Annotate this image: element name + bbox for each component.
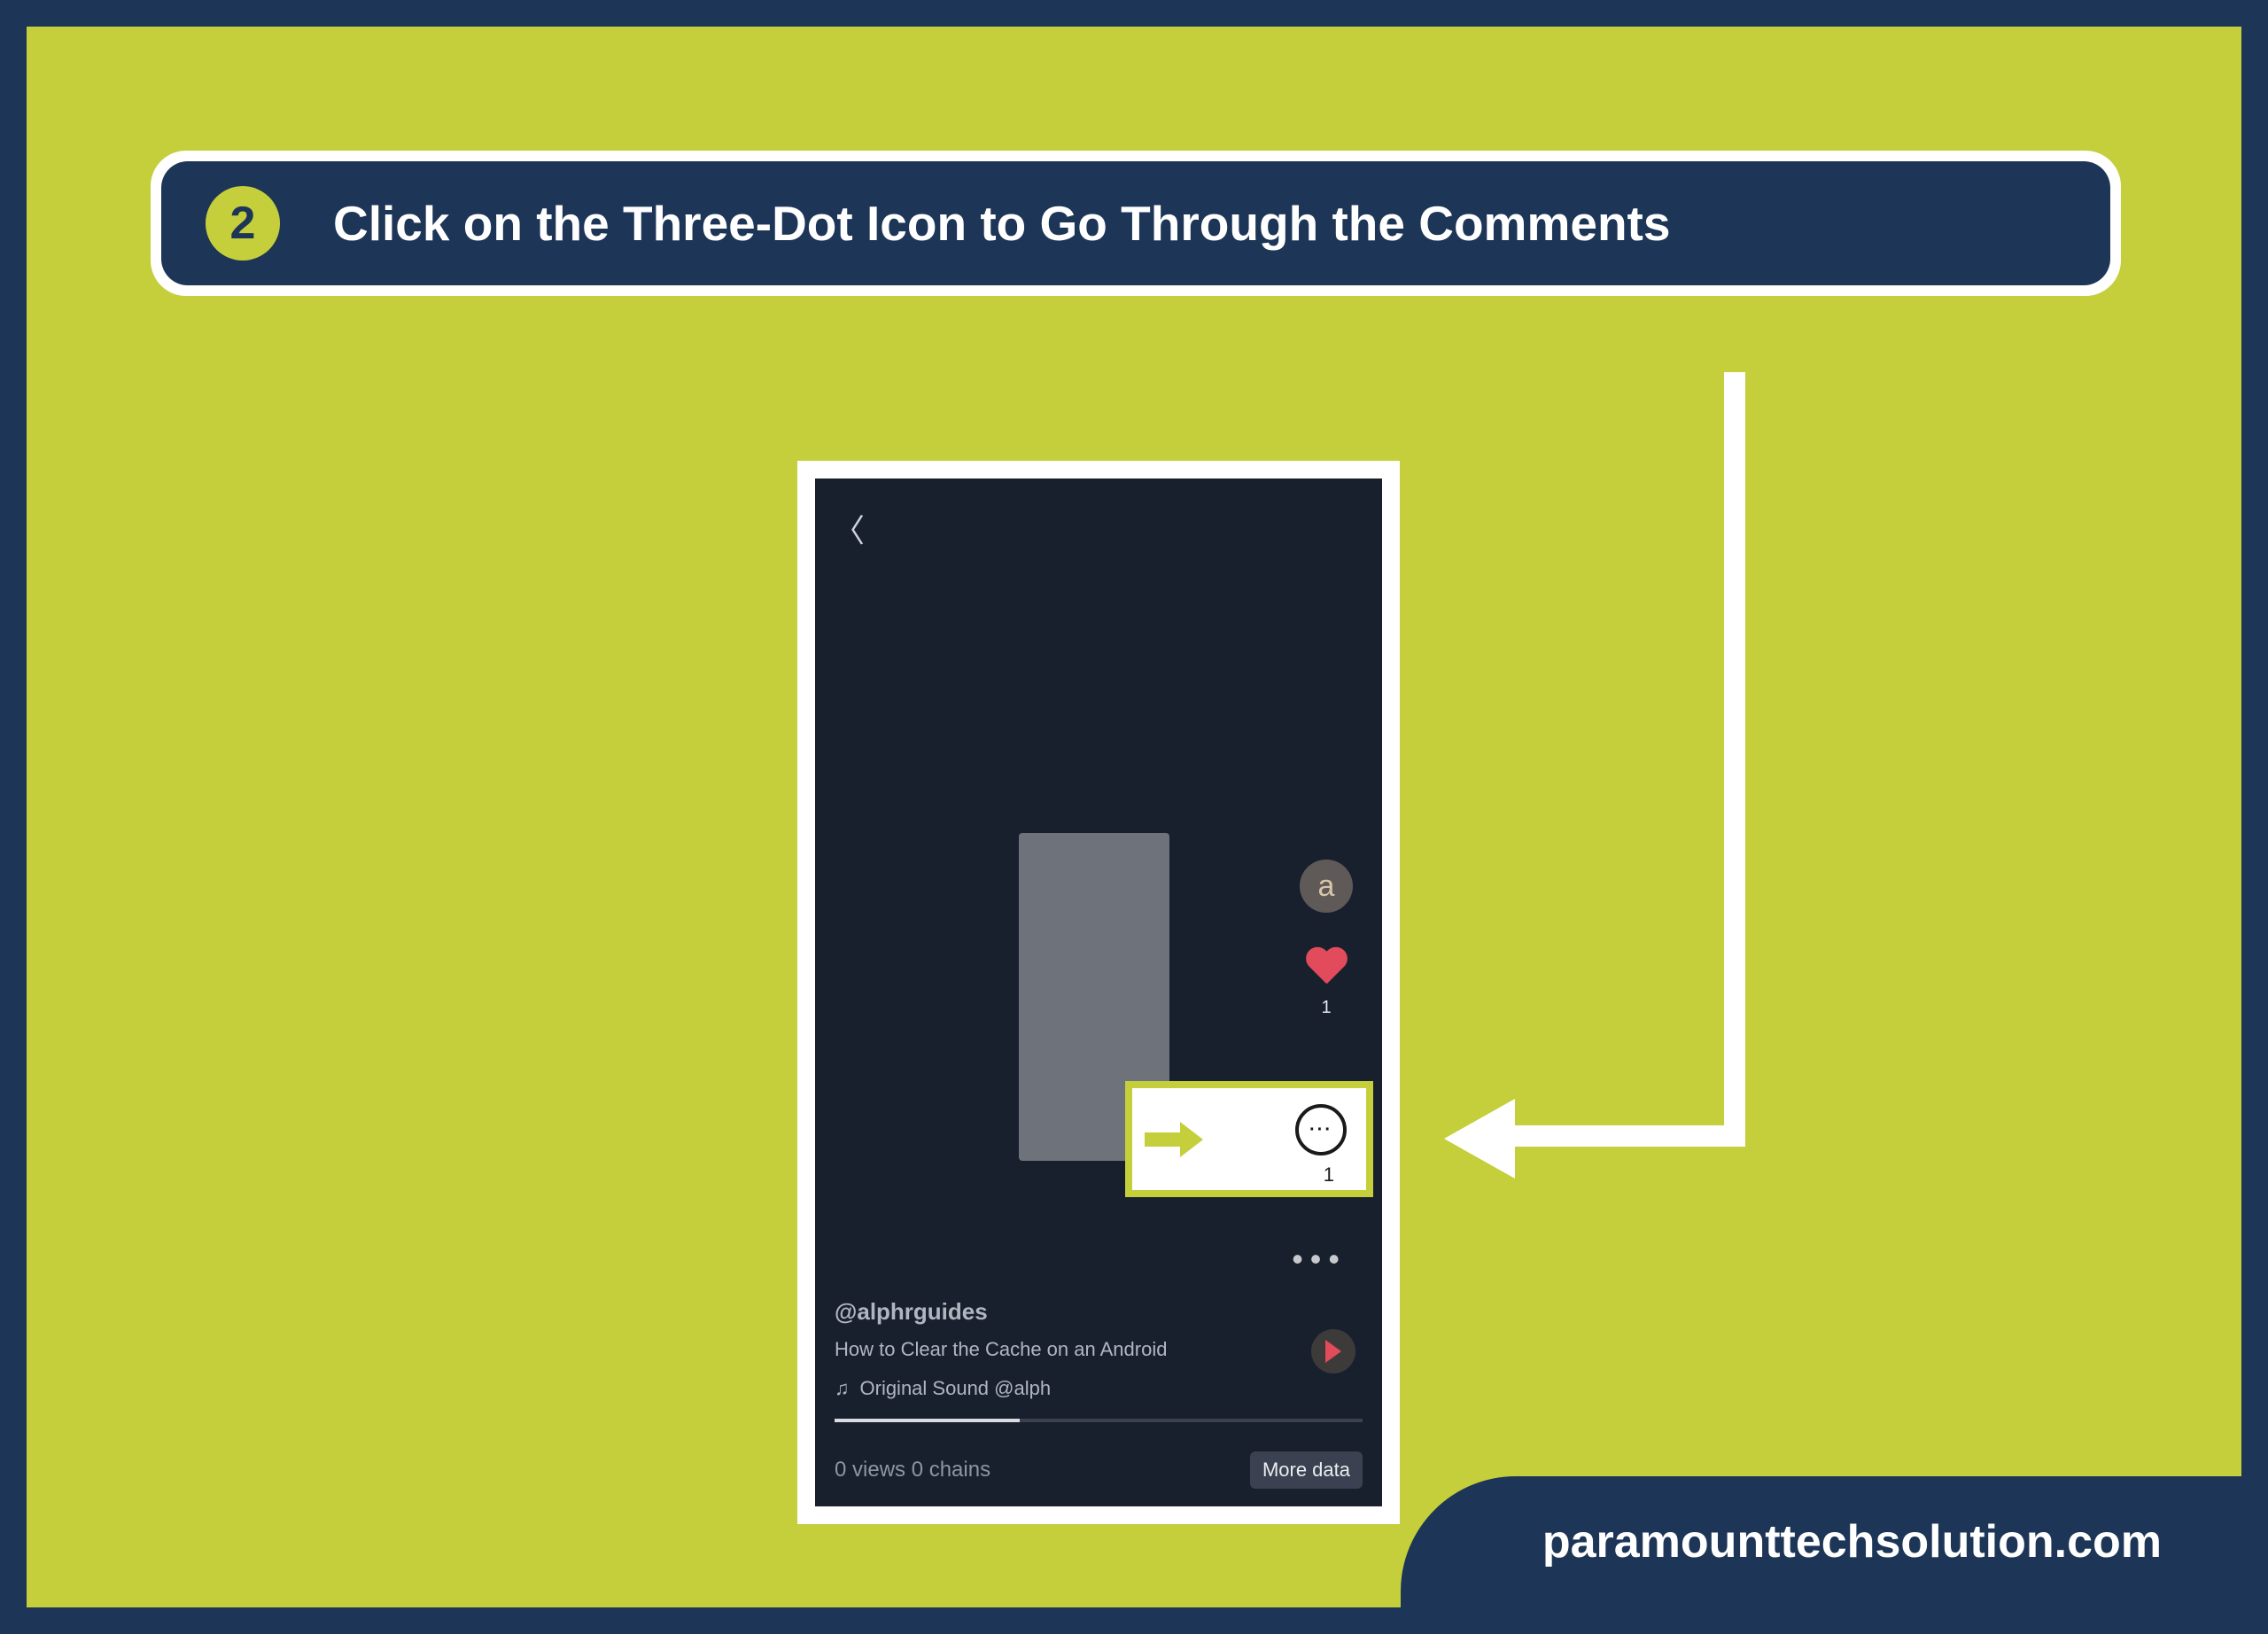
step-number-badge: 2 <box>206 186 280 261</box>
video-action-stack: a 1 <box>1295 860 1357 1018</box>
music-note-icon: ♫ <box>835 1377 850 1400</box>
like-count: 1 <box>1295 998 1357 1018</box>
pointer-arrow <box>1453 372 1745 1152</box>
video-bottom-bar: 0 views 0 chains More data <box>835 1451 1363 1489</box>
video-username[interactable]: @alphrguides <box>835 1298 1276 1326</box>
like-icon[interactable] <box>1304 948 1348 992</box>
comment-highlight[interactable]: ··· 1 <box>1125 1081 1373 1197</box>
step-title: Click on the Three-Dot Icon to Go Throug… <box>333 195 1670 252</box>
video-title: How to Clear the Cache on an Android <box>835 1338 1276 1361</box>
highlight-arrow-icon <box>1145 1122 1208 1157</box>
comment-icon[interactable]: ··· <box>1295 1104 1347 1155</box>
back-icon[interactable]: 〈 <box>833 505 865 551</box>
video-progress-bar[interactable] <box>835 1419 1363 1422</box>
comment-count: 1 <box>1324 1163 1334 1187</box>
video-metadata: @alphrguides How to Clear the Cache on a… <box>835 1298 1276 1400</box>
progress-filled <box>835 1419 1020 1422</box>
step-header: 2 Click on the Three-Dot Icon to Go Thro… <box>151 151 2121 296</box>
phone-screenshot-frame: 〈 a 1 ··· 1 ••• @alphrguides How to Clea… <box>797 461 1400 1524</box>
video-sound-row[interactable]: ♫ Original Sound @alph <box>835 1377 1276 1400</box>
slide-canvas: 2 Click on the Three-Dot Icon to Go Thro… <box>27 27 2241 1607</box>
arrow-head-icon <box>1444 1099 1515 1179</box>
phone-screen: 〈 a 1 ··· 1 ••• @alphrguides How to Clea… <box>815 479 1382 1506</box>
sound-label: Original Sound @alph <box>860 1377 1052 1400</box>
more-options-icon[interactable]: ••• <box>1292 1241 1347 1278</box>
sound-disc-icon[interactable] <box>1311 1329 1355 1373</box>
site-watermark: paramounttechsolution.com <box>1401 1476 2241 1607</box>
user-avatar[interactable]: a <box>1300 860 1353 913</box>
more-data-button[interactable]: More data <box>1250 1451 1363 1489</box>
video-stats: 0 views 0 chains <box>835 1458 990 1482</box>
step-header-inner: 2 Click on the Three-Dot Icon to Go Thro… <box>161 161 2110 285</box>
